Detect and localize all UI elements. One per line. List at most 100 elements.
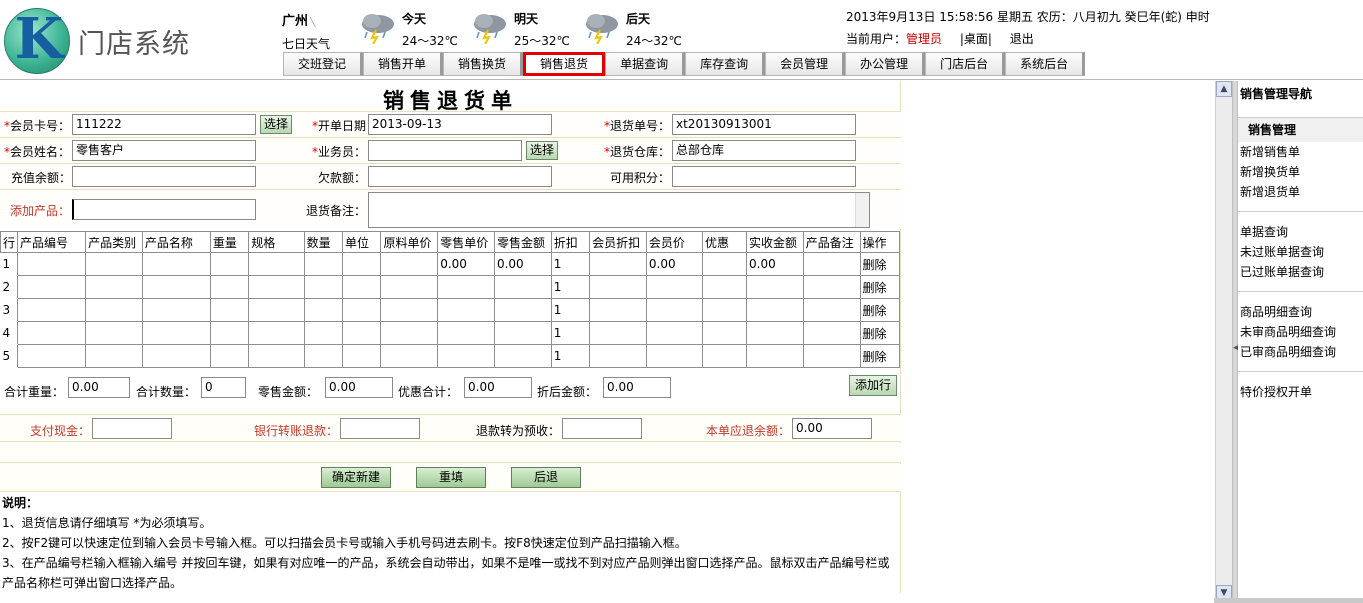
table-cell[interactable] (802, 321, 861, 345)
table-cell[interactable] (380, 344, 439, 368)
remark-scrollbar[interactable] (855, 193, 869, 227)
tab-sales-exchange[interactable]: 销售换货 (443, 52, 524, 76)
nav-item-reviewed-detail[interactable]: 已审商品明细查询 (1238, 342, 1363, 362)
table-cell[interactable] (248, 321, 305, 345)
table-cell[interactable]: 1 (550, 298, 591, 322)
table-cell[interactable] (701, 298, 748, 322)
total-qty-input[interactable]: 0 (201, 377, 246, 398)
table-cell[interactable] (303, 275, 344, 299)
after-discount-input[interactable]: 0.00 (603, 377, 671, 398)
tab-system-backend[interactable]: 系统后台 (1005, 52, 1086, 76)
nav-item-posted-query[interactable]: 已过账单据查询 (1238, 262, 1363, 282)
member-card-input[interactable]: 111222 (72, 114, 256, 135)
table-cell[interactable] (248, 252, 305, 276)
table-cell[interactable] (209, 321, 250, 345)
table-cell[interactable] (85, 298, 143, 322)
table-cell[interactable]: 1 (550, 275, 591, 299)
table-cell[interactable] (645, 321, 703, 345)
salesman-input[interactable] (368, 140, 522, 161)
table-cell[interactable] (85, 252, 143, 276)
table-cell[interactable] (248, 344, 305, 368)
delete-row-button[interactable]: 删除 (859, 344, 901, 368)
back-button[interactable]: 后退 (511, 467, 581, 488)
table-cell[interactable] (701, 321, 748, 345)
table-cell[interactable] (141, 275, 211, 299)
table-cell[interactable] (380, 252, 439, 276)
tab-sales-return[interactable]: 销售退货 (523, 52, 606, 76)
nav-item-new-return[interactable]: 新增退货单 (1238, 182, 1363, 202)
tab-document-query[interactable]: 单据查询 (605, 52, 686, 76)
reset-button[interactable]: 重填 (416, 467, 486, 488)
add-product-input[interactable] (72, 199, 256, 220)
delete-row-button[interactable]: 删除 (859, 252, 901, 276)
table-cell[interactable] (437, 275, 495, 299)
nav-item-new-sale[interactable]: 新增销售单 (1238, 142, 1363, 162)
table-cell[interactable] (746, 344, 804, 368)
return-no-input[interactable]: xt20130913001 (672, 114, 856, 135)
confirm-create-button[interactable]: 确定新建 (321, 467, 391, 488)
table-cell[interactable] (342, 252, 382, 276)
table-cell[interactable] (85, 275, 143, 299)
table-cell[interactable] (802, 252, 861, 276)
table-cell[interactable] (493, 298, 552, 322)
delete-row-button[interactable]: 删除 (859, 321, 901, 345)
table-cell[interactable]: 0.00 (746, 252, 804, 276)
refund-balance-input[interactable]: 0.00 (792, 418, 872, 439)
table-cell[interactable] (141, 298, 211, 322)
debt-input[interactable] (368, 166, 552, 187)
warehouse-input[interactable]: 总部仓库 (672, 140, 856, 161)
nav-item-new-exchange[interactable]: 新增换货单 (1238, 162, 1363, 182)
desktop-link[interactable]: |桌面| (960, 32, 992, 46)
member-name-input[interactable]: 零售客户 (72, 140, 256, 161)
table-cell[interactable]: 1 (550, 252, 591, 276)
table-cell[interactable] (802, 298, 861, 322)
table-cell[interactable] (209, 298, 250, 322)
table-cell[interactable] (645, 298, 703, 322)
table-cell[interactable] (209, 252, 250, 276)
table-cell[interactable] (746, 321, 804, 345)
points-input[interactable] (672, 166, 856, 187)
tab-member-management[interactable]: 会员管理 (765, 52, 846, 76)
table-cell[interactable] (645, 275, 703, 299)
tab-inventory-query[interactable]: 库存查询 (685, 52, 766, 76)
table-cell[interactable] (802, 275, 861, 299)
total-weight-input[interactable]: 0.00 (68, 377, 130, 398)
table-cell[interactable] (437, 344, 495, 368)
table-cell[interactable] (342, 275, 382, 299)
bank-refund-input[interactable] (340, 418, 420, 439)
add-row-button[interactable]: 添加行 (849, 375, 898, 396)
table-cell[interactable] (303, 298, 344, 322)
table-cell[interactable] (248, 275, 305, 299)
table-cell[interactable] (17, 275, 87, 299)
table-cell[interactable] (746, 298, 804, 322)
table-cell[interactable] (589, 252, 647, 276)
cash-input[interactable] (92, 418, 172, 439)
main-scrollbar[interactable]: ▲ ▼ (1215, 81, 1232, 601)
table-cell[interactable] (303, 252, 344, 276)
table-cell[interactable] (209, 344, 250, 368)
table-cell[interactable] (645, 344, 703, 368)
tab-store-backend[interactable]: 门店后台 (925, 52, 1006, 76)
retail-amount-input[interactable]: 0.00 (325, 377, 393, 398)
table-cell[interactable] (141, 252, 211, 276)
nav-item-unposted-query[interactable]: 未过账单据查询 (1238, 242, 1363, 262)
table-cell[interactable] (493, 344, 552, 368)
table-cell[interactable] (141, 344, 211, 368)
table-cell[interactable] (746, 275, 804, 299)
tab-office-management[interactable]: 办公管理 (845, 52, 926, 76)
table-cell[interactable] (303, 344, 344, 368)
table-cell[interactable] (701, 344, 748, 368)
table-cell[interactable] (380, 321, 439, 345)
table-cell[interactable] (17, 252, 87, 276)
delete-row-button[interactable]: 删除 (859, 298, 901, 322)
balance-input[interactable] (72, 166, 256, 187)
table-cell[interactable] (17, 321, 87, 345)
table-cell[interactable] (589, 344, 647, 368)
logout-link[interactable]: 退出 (1010, 32, 1034, 46)
table-cell[interactable] (493, 321, 552, 345)
table-cell[interactable] (248, 298, 305, 322)
nav-item-special-price[interactable]: 特价授权开单 (1238, 382, 1363, 402)
table-cell[interactable] (589, 321, 647, 345)
table-cell[interactable] (141, 321, 211, 345)
table-cell[interactable] (802, 344, 861, 368)
